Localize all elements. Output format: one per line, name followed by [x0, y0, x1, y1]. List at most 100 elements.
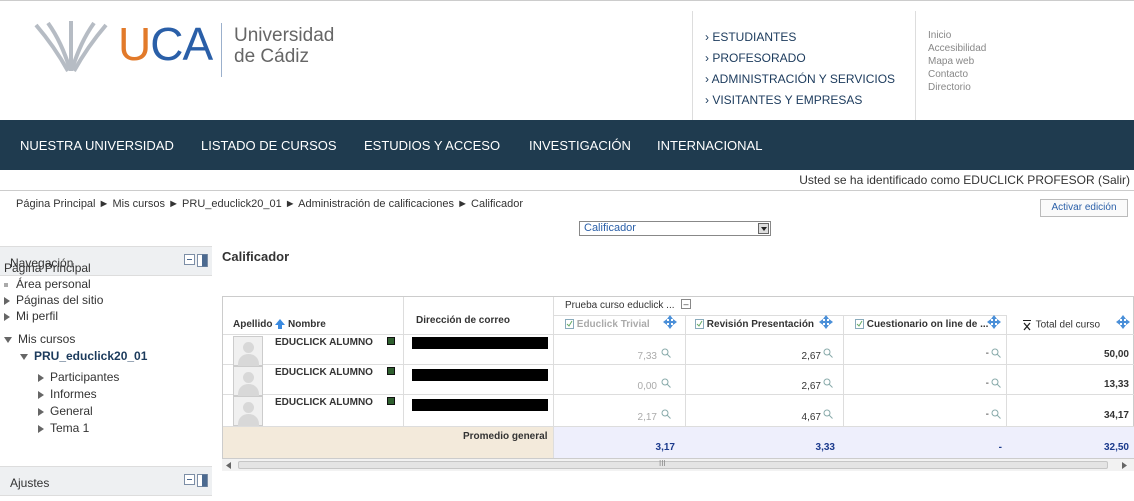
grade-value[interactable]: 2,17 — [565, 412, 657, 423]
nav-pagina-principal[interactable]: Página Principal — [4, 261, 91, 275]
scroll-thumb[interactable]: III — [238, 459, 1108, 469]
nav-course[interactable]: PRU_educlick20_01 — [20, 349, 147, 363]
nav-nuestra-universidad[interactable]: NUESTRA UNIVERSIDAD — [20, 138, 174, 153]
link-estudiantes[interactable]: › ESTUDIANTES — [705, 27, 912, 48]
link-profesorado[interactable]: › PROFESORADO — [705, 48, 912, 69]
nav-tema-1[interactable]: Tema 1 — [38, 421, 89, 435]
student-name-link[interactable]: EDUCLICK ALUMNO — [275, 337, 373, 348]
col-item-cuestionario[interactable]: Cuestionario on line de ... — [855, 319, 988, 330]
quiz-icon — [565, 319, 574, 330]
average-value: 3,17 — [655, 442, 675, 453]
grid-hline — [553, 315, 1006, 316]
nav-internacional[interactable]: INTERNACIONAL — [657, 138, 762, 153]
move-icon[interactable] — [819, 315, 833, 329]
total-value[interactable]: 50,00 — [1023, 349, 1129, 360]
single-view-icon[interactable] — [387, 337, 395, 345]
university-name-line2: de Cádiz — [234, 46, 309, 67]
dock-block-icon[interactable] — [184, 474, 208, 488]
link-contacto[interactable]: Contacto — [928, 68, 1134, 81]
average-value: - — [998, 442, 1002, 453]
grade-value[interactable]: - — [855, 378, 989, 389]
breadcrumb[interactable]: Página Principal ► Mis cursos ► PRU_educ… — [16, 198, 523, 210]
horizontal-scrollbar[interactable]: III — [222, 458, 1134, 471]
nav-investigacion[interactable]: INVESTIGACIÓN — [529, 138, 631, 153]
total-value[interactable]: 34,17 — [1023, 410, 1129, 421]
avatar[interactable] — [233, 336, 263, 366]
search-icon[interactable] — [823, 378, 833, 388]
dock-block-icon[interactable] — [184, 254, 208, 268]
expand-arrow-icon — [38, 424, 44, 433]
nav-estudios-acceso[interactable]: ESTUDIOS Y ACCESO — [364, 138, 500, 153]
col-item-revision[interactable]: Revisión Presentación — [695, 319, 814, 330]
search-icon[interactable] — [991, 378, 1001, 388]
grader-table: Prueba curso educlick ... – Apellido Nom… — [222, 296, 1134, 471]
grid-hline — [223, 394, 1134, 395]
link-inicio[interactable]: Inicio — [928, 29, 1134, 42]
link-visitantes[interactable]: › VISITANTES Y EMPRESAS — [705, 90, 912, 111]
nav-tema-1-label: Tema 1 — [50, 421, 90, 435]
nav-general[interactable]: General — [38, 404, 93, 418]
grade-value[interactable]: 4,67 — [695, 412, 821, 423]
nav-listado-cursos[interactable]: LISTADO DE CURSOS — [201, 138, 337, 153]
nav-mis-cursos[interactable]: Mis cursos — [4, 332, 75, 346]
search-icon[interactable] — [661, 378, 671, 388]
grade-value[interactable]: 0,00 — [565, 381, 657, 392]
sort-lastname-header[interactable]: Apellido Nombre — [233, 319, 326, 330]
nav-mi-perfil[interactable]: Mi perfil — [4, 309, 58, 323]
nav-informes[interactable]: Informes — [38, 387, 97, 401]
link-directorio[interactable]: Directorio — [928, 81, 1134, 94]
single-view-icon[interactable] — [387, 367, 395, 375]
search-icon[interactable] — [991, 409, 1001, 419]
nav-participantes[interactable]: Participantes — [38, 370, 119, 384]
assignment-icon — [695, 319, 704, 330]
move-icon[interactable] — [1116, 315, 1130, 329]
single-view-icon[interactable] — [387, 397, 395, 405]
search-icon[interactable] — [661, 348, 671, 358]
expand-arrow-icon — [4, 296, 10, 305]
divider — [0, 190, 1134, 191]
total-value[interactable]: 13,33 — [1023, 379, 1129, 390]
col-email-header[interactable]: Dirección de correo — [416, 315, 510, 326]
avatar[interactable] — [233, 396, 263, 426]
grade-value[interactable]: 2,67 — [695, 351, 821, 362]
user-name-link[interactable]: EDUCLICK PROFESOR — [963, 173, 1094, 187]
grade-value[interactable]: 7,33 — [565, 351, 657, 362]
scroll-left-icon[interactable] — [226, 462, 232, 469]
report-selector[interactable]: Calificador — [579, 221, 771, 236]
link-accesibilidad[interactable]: Accesibilidad — [928, 42, 1134, 55]
nav-mi-perfil-label: Mi perfil — [16, 309, 59, 323]
university-name-line1: Universidad — [234, 25, 335, 46]
scroll-right-icon[interactable] — [1122, 462, 1128, 469]
col-item-trivial[interactable]: Educlick Trivial — [565, 319, 650, 330]
col-total[interactable]: Total del curso — [1021, 319, 1100, 331]
nav-paginas-sitio[interactable]: Páginas del sitio — [4, 293, 103, 307]
link-administracion[interactable]: › ADMINISTRACIÓN Y SERVICIOS — [705, 69, 912, 90]
redacted-email — [412, 337, 548, 349]
avatar[interactable] — [233, 366, 263, 396]
turn-editing-on-button[interactable]: Activar edición — [1040, 199, 1128, 217]
dropdown-arrow-icon[interactable] — [758, 223, 769, 234]
report-selector-value: Calificador — [584, 222, 636, 234]
search-icon[interactable] — [991, 348, 1001, 358]
search-icon[interactable] — [823, 409, 833, 419]
search-icon[interactable] — [823, 348, 833, 358]
col-firstname-label: Nombre — [288, 319, 326, 330]
sort-up-arrow-icon — [275, 319, 286, 330]
collapse-category-icon[interactable]: – — [681, 299, 691, 309]
logout-link[interactable]: (Salir) — [1095, 173, 1130, 187]
grade-value[interactable]: - — [855, 409, 989, 420]
grade-value[interactable]: - — [855, 348, 989, 359]
student-name-link[interactable]: EDUCLICK ALUMNO — [275, 397, 373, 408]
page-title: Calificador — [222, 249, 290, 264]
average-value: 3,33 — [815, 442, 835, 453]
grade-value[interactable]: 2,67 — [695, 381, 821, 392]
nav-mis-cursos-label: Mis cursos — [18, 332, 76, 346]
search-icon[interactable] — [661, 409, 671, 419]
uca-logo-text[interactable]: UCA — [118, 17, 213, 71]
move-icon[interactable] — [663, 315, 677, 329]
expand-arrow-icon — [4, 312, 10, 321]
nav-area-personal[interactable]: Área personal — [4, 277, 91, 291]
student-name-link[interactable]: EDUCLICK ALUMNO — [275, 367, 373, 378]
link-mapa-web[interactable]: Mapa web — [928, 55, 1134, 68]
move-icon[interactable] — [987, 315, 1001, 329]
